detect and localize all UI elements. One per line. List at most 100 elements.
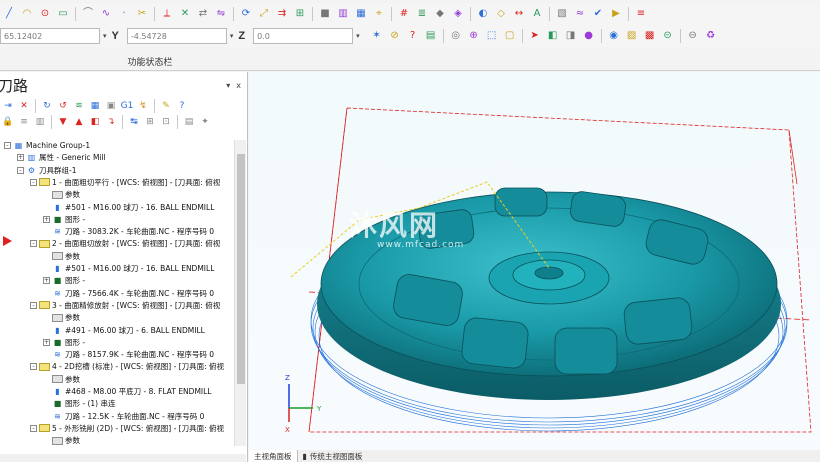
point-icon[interactable]: · (117, 7, 131, 21)
tree-node[interactable]: 参数 (43, 312, 80, 323)
graphics-viewport[interactable]: Z Y X 沐风网 www.mfcad.com (249, 72, 820, 450)
no-entry-icon[interactable]: ⊖ (686, 29, 700, 43)
globe-icon[interactable]: ◉ (607, 29, 621, 43)
collapse-icon[interactable]: - (4, 142, 11, 149)
tree-node[interactable]: ≋ 刀路 - 7566.4K - 车轮曲面.NC - 程序号码 0 (43, 288, 214, 299)
select-icon[interactable]: ⬚ (485, 29, 499, 43)
tree-node[interactable]: + ■ 图形 - (43, 214, 85, 225)
simulate-icon[interactable]: ▶ (609, 7, 623, 21)
backplot-icon[interactable]: ≋ (73, 100, 85, 112)
tree-node[interactable]: ▮ #501 - M16.00 球刀 - 16. BALL ENDMILL (43, 202, 214, 213)
tree-node[interactable]: - ⚙ 刀具群组-1 (17, 165, 76, 176)
z-dropdown-icon[interactable]: ▾ (356, 32, 360, 40)
snap-icon[interactable]: ✶ (370, 29, 384, 43)
tree-node[interactable]: - ▦ Machine Group-1 (4, 140, 90, 151)
sphere-icon[interactable]: ● (582, 29, 596, 43)
color-icon[interactable]: ◆ (433, 7, 447, 21)
collapse-icon[interactable]: - (30, 363, 37, 371)
box-icon[interactable]: ◨ (564, 29, 578, 43)
transform-icon[interactable]: ⇄ (196, 7, 210, 21)
verify-icon[interactable]: ▦ (89, 100, 101, 112)
solid-icon[interactable]: ■ (318, 7, 332, 21)
options-icon[interactable]: ✦ (199, 116, 211, 128)
expand-icon[interactable]: + (17, 154, 24, 162)
post-icon[interactable]: ≡ (634, 7, 648, 21)
nc-edit-icon[interactable]: ▤ (183, 116, 195, 128)
z-coordinate-field[interactable]: 0.0 (253, 28, 354, 44)
expand-icon[interactable]: + (43, 277, 50, 285)
expand-icon[interactable]: + (43, 215, 50, 223)
array-icon[interactable]: ⊞ (293, 7, 307, 21)
fillet-icon[interactable]: ⌒ (81, 7, 95, 21)
panel-pin-icon[interactable]: ▾ (226, 81, 230, 90)
tab-main-view[interactable]: 主视角面板 (249, 450, 298, 462)
hide-icon[interactable]: ⊡ (160, 116, 172, 128)
circle-icon[interactable]: ⊙ (38, 7, 52, 21)
tab-classic-view[interactable]: ▮ 传统主视图面板 (298, 450, 368, 462)
tree-node[interactable]: 参数 (43, 435, 80, 446)
toggle-display-icon[interactable]: ≡ (18, 116, 30, 128)
tree-node[interactable]: 参数 (43, 251, 80, 262)
rotate-icon[interactable]: ⟳ (239, 7, 253, 21)
collapse-icon[interactable]: - (30, 240, 37, 248)
tree-node[interactable]: ≋ 刀路 - 3083.2K - 车轮曲面.NC - 程序号码 0 (43, 226, 214, 237)
regenerate-dirty-icon[interactable]: ↺ (57, 100, 69, 112)
tree-node[interactable]: ≋ 刀路 - 8157.9K - 车轮曲面.NC - 程序号码 0 (43, 349, 214, 360)
delete-icon[interactable]: ✕ (178, 7, 192, 21)
trim-icon[interactable]: ✂ (135, 7, 149, 21)
tree-node[interactable]: 参数 (43, 374, 80, 385)
hatch-icon[interactable]: ▧ (555, 7, 569, 21)
move-up-icon[interactable]: ▲ (73, 116, 85, 128)
toggle-post-icon[interactable]: ▥ (34, 116, 46, 128)
zoom-icon[interactable]: ⊕ (467, 29, 481, 43)
stop-icon[interactable]: ⊝ (661, 29, 675, 43)
select-invalid-icon[interactable]: ✕ (18, 100, 30, 112)
shade-icon[interactable]: ◐ (476, 7, 490, 21)
tree-node[interactable]: - 3 - 曲面精修放射 - [WCS: 俯视图] - [刀具面: 俯视 (30, 300, 220, 311)
high-speed-icon[interactable]: ↯ (137, 100, 149, 112)
tree-horizontal-scrollbar[interactable] (0, 454, 246, 462)
tree-node[interactable]: - 4 - 2D挖槽 (标准) - [WCS: 俯视图] - [刀具面: 俯视 (30, 361, 224, 372)
render-icon[interactable]: ◎ (449, 29, 463, 43)
verify-icon[interactable]: ✔ (591, 7, 605, 21)
help-icon[interactable]: ? (176, 100, 188, 112)
regenerate-icon[interactable]: ↻ (41, 100, 53, 112)
post-icon[interactable]: G1 (121, 100, 134, 112)
tree-scroll-thumb[interactable] (237, 154, 245, 384)
scale-icon[interactable]: ⤢ (257, 7, 271, 21)
attr-icon[interactable]: ▩ (643, 29, 657, 43)
arc-icon[interactable]: ◠ (20, 7, 34, 21)
viewport-canvas[interactable]: Z Y X (249, 72, 820, 450)
offset-icon[interactable]: ⇉ (275, 7, 289, 21)
clip-icon[interactable]: ▤ (424, 29, 438, 43)
select-all-icon[interactable]: ⇥ (2, 100, 14, 112)
cube-icon[interactable]: ◧ (546, 29, 560, 43)
simulate-icon[interactable]: ▣ (105, 100, 117, 112)
y-coordinate-field[interactable]: -4.54728 (126, 28, 227, 44)
tree-node[interactable]: ▮ #501 - M16.00 球刀 - 16. BALL ENDMILL (43, 263, 214, 274)
tree-node[interactable]: ≋ 刀路 - 12.5K - 车轮曲面.NC - 程序号码 0 (43, 411, 204, 422)
collapse-icon[interactable]: - (30, 178, 37, 186)
show-all-icon[interactable]: ⊞ (144, 116, 156, 128)
expand-icon[interactable]: + (43, 338, 50, 346)
y-dropdown-icon[interactable]: ▾ (230, 32, 234, 40)
dimension-icon[interactable]: ↔ (512, 7, 526, 21)
tree-node[interactable]: - 1 - 曲面粗切平行 - [WCS: 俯视图] - [刀具面: 俯视 (30, 177, 220, 188)
panel-close-icon[interactable]: x (236, 81, 241, 90)
level-icon[interactable]: ▨ (625, 29, 639, 43)
tree-node[interactable]: ▮ #468 - M8.00 平底刀 - 8. FLAT ENDMILL (43, 386, 211, 397)
note-icon[interactable]: A (530, 7, 544, 21)
tree-node[interactable]: - 2 - 曲面粗切放射 - [WCS: 俯视图] - [刀具面: 俯视 (30, 238, 220, 249)
tree-node[interactable]: + ▥ 属性 - Generic Mill (17, 152, 106, 163)
tree-vertical-scrollbar[interactable] (234, 140, 246, 446)
tree-node[interactable]: - 5 - 外形铣削 (2D) - [WCS: 俯视图] - [刀具面: 俯视 (30, 423, 224, 434)
tree-node[interactable]: 参数 (43, 189, 80, 200)
move-down-icon[interactable]: ▼ (57, 116, 69, 128)
view-icon[interactable]: ◈ (451, 7, 465, 21)
tree-node[interactable]: ■ 图形 - (1) 串连 (43, 398, 116, 409)
toolpath-icon[interactable]: ≈ (573, 7, 587, 21)
mirror-icon[interactable]: ⇋ (214, 7, 228, 21)
lock-icon[interactable]: 🔒 (2, 116, 14, 128)
cancel-icon[interactable]: ⊘ (388, 29, 402, 43)
line-icon[interactable]: ╱ (2, 7, 16, 21)
